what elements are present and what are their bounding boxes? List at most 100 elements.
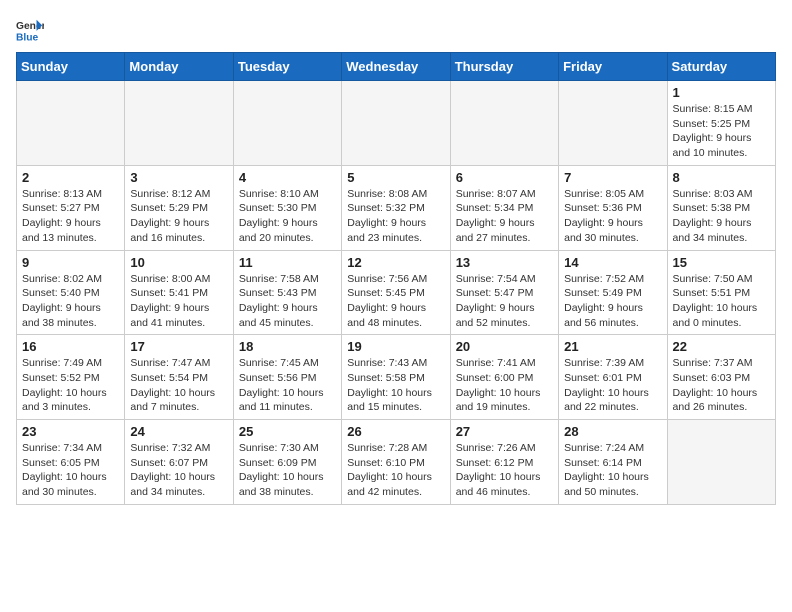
week-row-2: 2 Sunrise: 8:13 AM Sunset: 5:27 PM Daylig… (17, 165, 776, 250)
day-cell: 5Sunrise: 8:08 AM Sunset: 5:32 PM Daylig… (342, 165, 450, 250)
day-header-thursday: Thursday (450, 53, 558, 81)
day-info: Sunrise: 7:32 AM Sunset: 6:07 PM Dayligh… (130, 441, 227, 500)
day-cell: 12 Sunrise: 7:56 AM Sunset: 5:45 PM Dayli… (342, 250, 450, 335)
day-cell (125, 81, 233, 166)
day-number: 19 (347, 339, 444, 354)
day-info: Sunrise: 7:54 AM Sunset: 5:47 PM Dayligh… (456, 272, 553, 331)
week-row-4: 16 Sunrise: 7:49 AM Sunset: 5:52 PM Dayli… (17, 335, 776, 420)
day-cell: 8 Sunrise: 8:03 AM Sunset: 5:38 PM Daylig… (667, 165, 775, 250)
day-number: 15 (673, 255, 770, 270)
day-info: Sunrise: 8:05 AM Sunset: 5:36 PM Dayligh… (564, 187, 661, 246)
day-info: Sunrise: 8:02 AM Sunset: 5:40 PM Dayligh… (22, 272, 119, 331)
day-cell: 20 Sunrise: 7:41 AM Sunset: 6:00 PM Dayli… (450, 335, 558, 420)
svg-text:Blue: Blue (16, 32, 39, 43)
day-cell: 9 Sunrise: 8:02 AM Sunset: 5:40 PM Daylig… (17, 250, 125, 335)
day-cell: 18 Sunrise: 7:45 AM Sunset: 5:56 PM Dayli… (233, 335, 341, 420)
day-cell (667, 420, 775, 505)
day-header-friday: Friday (559, 53, 667, 81)
day-cell (450, 81, 558, 166)
day-cell: 27 Sunrise: 7:26 AM Sunset: 6:12 PM Dayli… (450, 420, 558, 505)
day-info: Sunrise: 7:37 AM Sunset: 6:03 PM Dayligh… (673, 356, 770, 415)
day-header-monday: Monday (125, 53, 233, 81)
day-number: 3 (130, 170, 227, 185)
day-cell (559, 81, 667, 166)
day-number: 28 (564, 424, 661, 439)
day-cell: 28 Sunrise: 7:24 AM Sunset: 6:14 PM Dayli… (559, 420, 667, 505)
day-info: Sunrise: 7:24 AM Sunset: 6:14 PM Dayligh… (564, 441, 661, 500)
day-cell: 26 Sunrise: 7:28 AM Sunset: 6:10 PM Dayli… (342, 420, 450, 505)
day-info: Sunrise: 7:41 AM Sunset: 6:00 PM Dayligh… (456, 356, 553, 415)
day-info: Sunrise: 7:26 AM Sunset: 6:12 PM Dayligh… (456, 441, 553, 500)
day-info: Sunrise: 7:34 AM Sunset: 6:05 PM Dayligh… (22, 441, 119, 500)
day-info: Sunrise: 7:28 AM Sunset: 6:10 PM Dayligh… (347, 441, 444, 500)
day-cell (342, 81, 450, 166)
day-number: 7 (564, 170, 661, 185)
day-number: 6 (456, 170, 553, 185)
day-number: 10 (130, 255, 227, 270)
days-header-row: SundayMondayTuesdayWednesdayThursdayFrid… (17, 53, 776, 81)
day-info: Sunrise: 8:13 AM Sunset: 5:27 PM Dayligh… (22, 187, 119, 246)
day-cell: 2 Sunrise: 8:13 AM Sunset: 5:27 PM Daylig… (17, 165, 125, 250)
day-number: 8 (673, 170, 770, 185)
day-cell (233, 81, 341, 166)
day-info: Sunrise: 7:43 AM Sunset: 5:58 PM Dayligh… (347, 356, 444, 415)
day-number: 25 (239, 424, 336, 439)
day-cell: 7 Sunrise: 8:05 AM Sunset: 5:36 PM Daylig… (559, 165, 667, 250)
day-number: 17 (130, 339, 227, 354)
day-number: 27 (456, 424, 553, 439)
day-cell: 11 Sunrise: 7:58 AM Sunset: 5:43 PM Dayli… (233, 250, 341, 335)
header: General Blue (16, 16, 776, 44)
day-info: Sunrise: 7:49 AM Sunset: 5:52 PM Dayligh… (22, 356, 119, 415)
day-info: Sunrise: 8:12 AM Sunset: 5:29 PM Dayligh… (130, 187, 227, 246)
day-cell: 1 Sunrise: 8:15 AM Sunset: 5:25 PM Daylig… (667, 81, 775, 166)
day-header-saturday: Saturday (667, 53, 775, 81)
day-info: Sunrise: 7:52 AM Sunset: 5:49 PM Dayligh… (564, 272, 661, 331)
logo: General Blue (16, 16, 44, 44)
day-info: Sunrise: 7:47 AM Sunset: 5:54 PM Dayligh… (130, 356, 227, 415)
week-row-1: 1 Sunrise: 8:15 AM Sunset: 5:25 PM Daylig… (17, 81, 776, 166)
day-number: 4 (239, 170, 336, 185)
day-info: Sunrise: 8:10 AM Sunset: 5:30 PM Dayligh… (239, 187, 336, 246)
day-info: Sunrise: 7:50 AM Sunset: 5:51 PM Dayligh… (673, 272, 770, 331)
week-row-5: 23 Sunrise: 7:34 AM Sunset: 6:05 PM Dayli… (17, 420, 776, 505)
day-cell: 14Sunrise: 7:52 AM Sunset: 5:49 PM Dayli… (559, 250, 667, 335)
day-number: 13 (456, 255, 553, 270)
day-number: 24 (130, 424, 227, 439)
day-number: 16 (22, 339, 119, 354)
day-cell: 22 Sunrise: 7:37 AM Sunset: 6:03 PM Dayli… (667, 335, 775, 420)
day-cell: 24 Sunrise: 7:32 AM Sunset: 6:07 PM Dayli… (125, 420, 233, 505)
day-number: 23 (22, 424, 119, 439)
day-number: 21 (564, 339, 661, 354)
day-info: Sunrise: 7:39 AM Sunset: 6:01 PM Dayligh… (564, 356, 661, 415)
day-info: Sunrise: 8:00 AM Sunset: 5:41 PM Dayligh… (130, 272, 227, 331)
day-cell: 17 Sunrise: 7:47 AM Sunset: 5:54 PM Dayli… (125, 335, 233, 420)
day-info: Sunrise: 8:15 AM Sunset: 5:25 PM Dayligh… (673, 102, 770, 161)
day-cell: 15 Sunrise: 7:50 AM Sunset: 5:51 PM Dayli… (667, 250, 775, 335)
day-info: Sunrise: 7:56 AM Sunset: 5:45 PM Dayligh… (347, 272, 444, 331)
day-number: 1 (673, 85, 770, 100)
week-row-3: 9 Sunrise: 8:02 AM Sunset: 5:40 PM Daylig… (17, 250, 776, 335)
day-number: 12 (347, 255, 444, 270)
day-number: 18 (239, 339, 336, 354)
day-cell (17, 81, 125, 166)
day-number: 2 (22, 170, 119, 185)
logo-icon: General Blue (16, 16, 44, 44)
day-header-tuesday: Tuesday (233, 53, 341, 81)
day-cell: 21 Sunrise: 7:39 AM Sunset: 6:01 PM Dayli… (559, 335, 667, 420)
day-cell: 16 Sunrise: 7:49 AM Sunset: 5:52 PM Dayli… (17, 335, 125, 420)
day-info: Sunrise: 8:07 AM Sunset: 5:34 PM Dayligh… (456, 187, 553, 246)
day-number: 11 (239, 255, 336, 270)
day-number: 22 (673, 339, 770, 354)
day-info: Sunrise: 8:08 AM Sunset: 5:32 PM Dayligh… (347, 187, 444, 246)
day-number: 20 (456, 339, 553, 354)
day-cell: 3 Sunrise: 8:12 AM Sunset: 5:29 PM Daylig… (125, 165, 233, 250)
day-info: Sunrise: 8:03 AM Sunset: 5:38 PM Dayligh… (673, 187, 770, 246)
day-cell: 19 Sunrise: 7:43 AM Sunset: 5:58 PM Dayli… (342, 335, 450, 420)
day-number: 26 (347, 424, 444, 439)
day-header-sunday: Sunday (17, 53, 125, 81)
day-cell: 6 Sunrise: 8:07 AM Sunset: 5:34 PM Daylig… (450, 165, 558, 250)
calendar-table: SundayMondayTuesdayWednesdayThursdayFrid… (16, 52, 776, 505)
day-info: Sunrise: 7:45 AM Sunset: 5:56 PM Dayligh… (239, 356, 336, 415)
day-number: 9 (22, 255, 119, 270)
day-info: Sunrise: 7:58 AM Sunset: 5:43 PM Dayligh… (239, 272, 336, 331)
